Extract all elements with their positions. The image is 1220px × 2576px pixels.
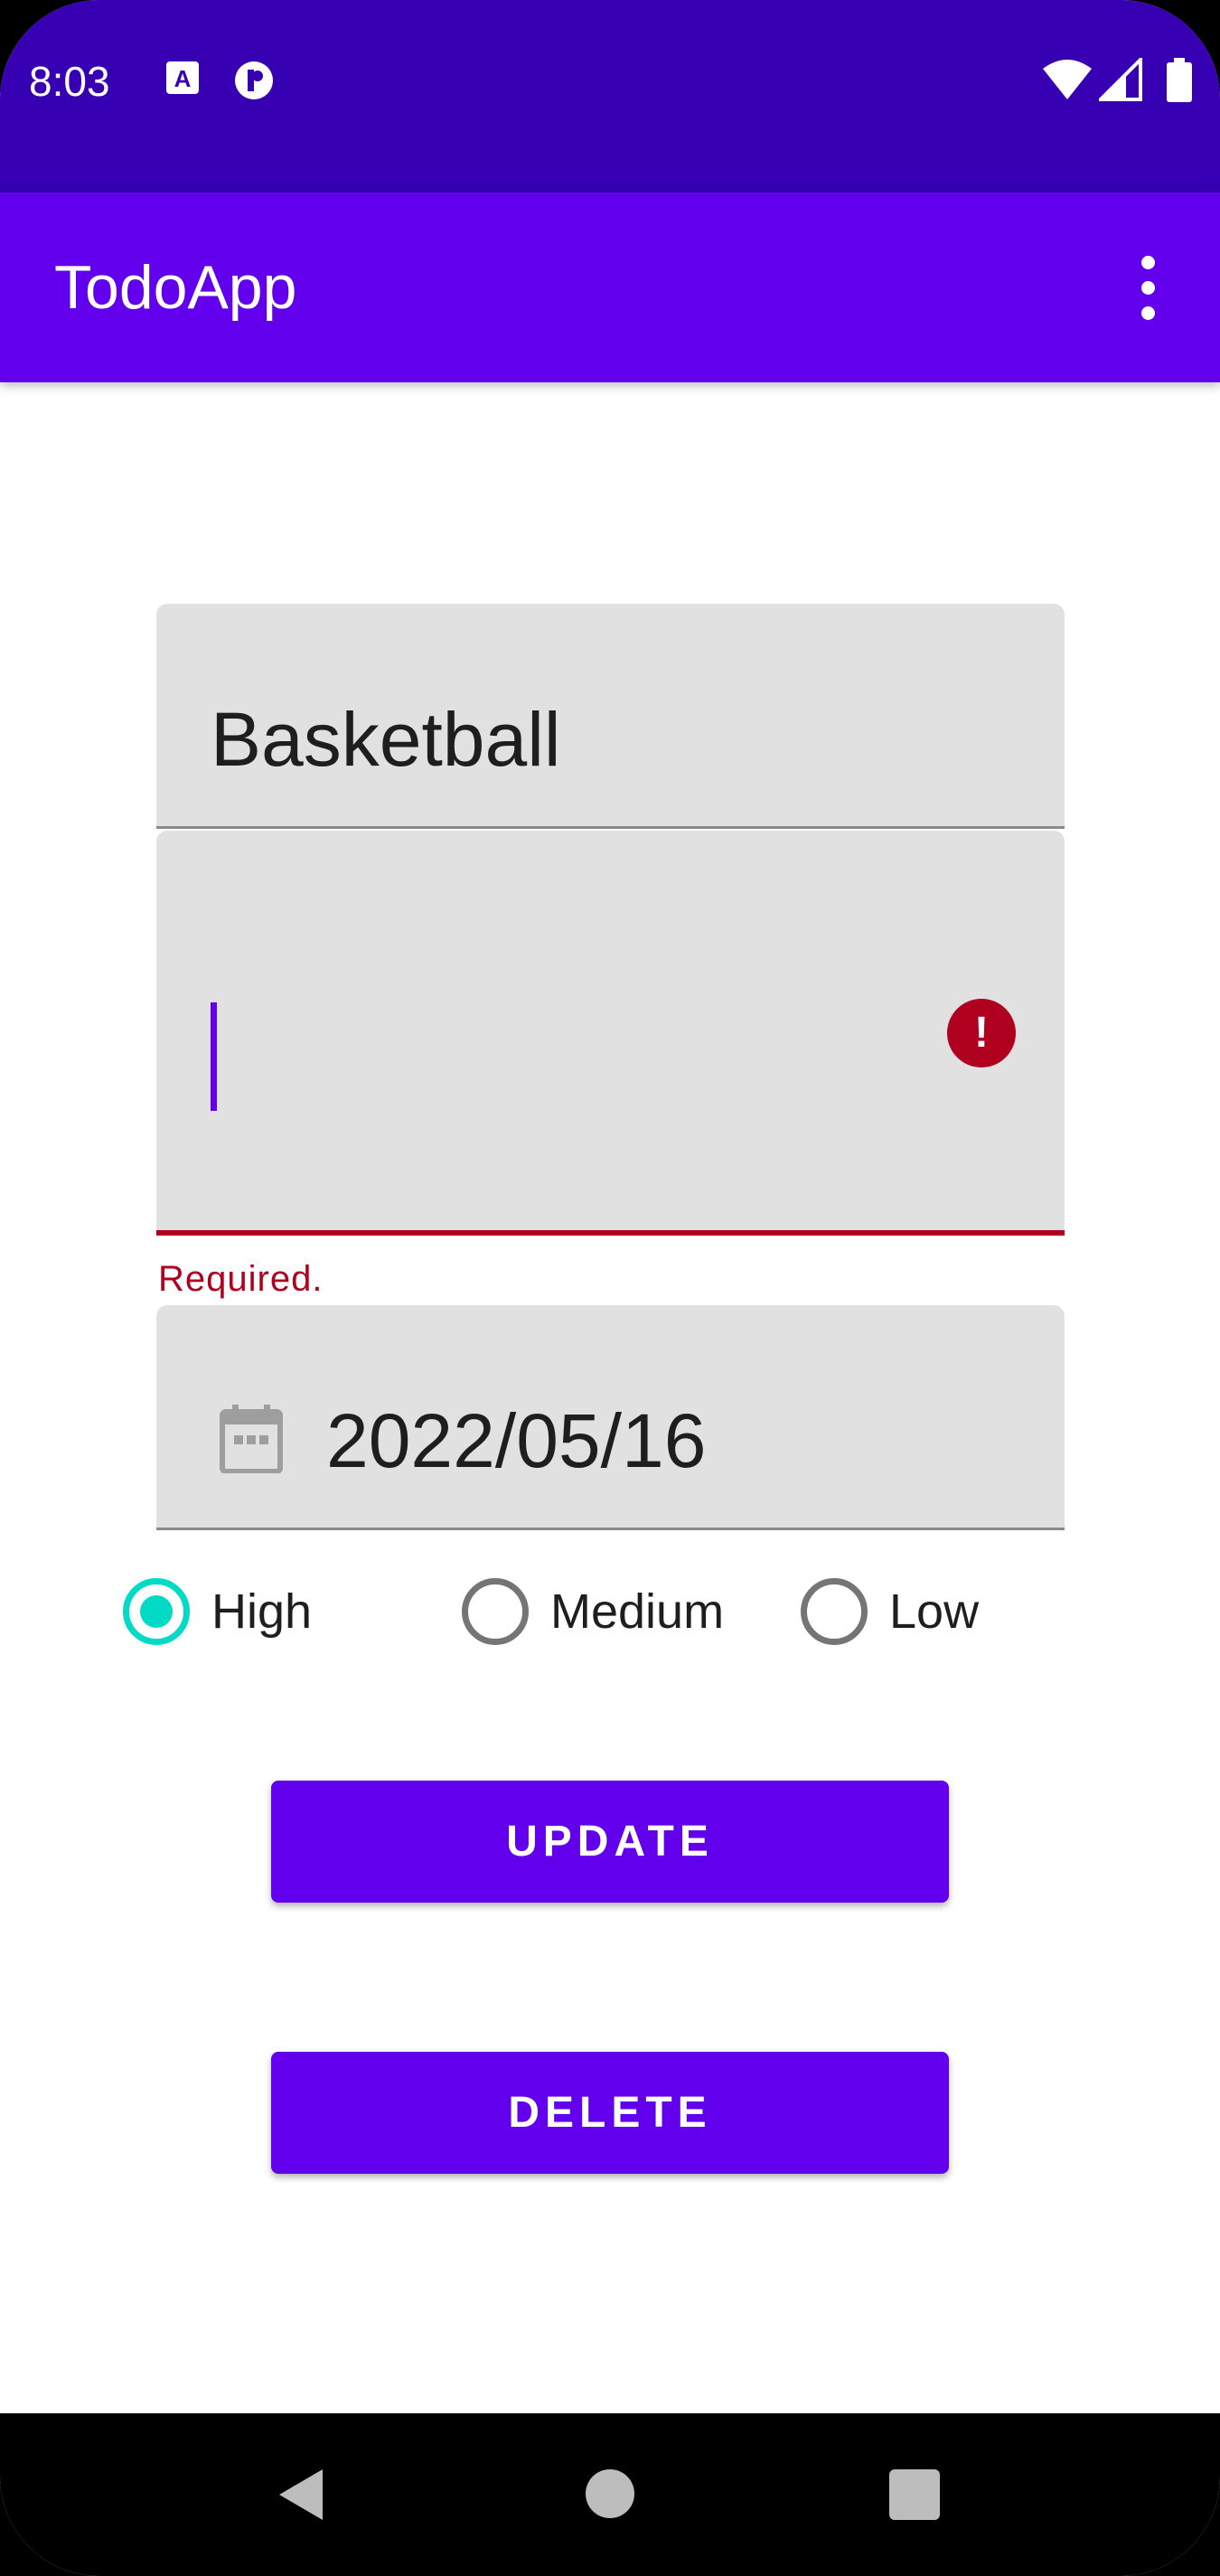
status-bar: 8:03 A xyxy=(0,0,1220,193)
radio-button-unchecked[interactable] xyxy=(801,1578,868,1645)
radio-label-high: High xyxy=(211,1584,313,1639)
app-bar: TodoApp xyxy=(0,193,1220,382)
update-button[interactable]: UPDATE xyxy=(271,1781,949,1903)
radio-label-low: Low xyxy=(889,1584,980,1639)
radio-priority-high[interactable]: High xyxy=(123,1575,312,1648)
recents-icon[interactable] xyxy=(889,2469,940,2520)
wifi-icon xyxy=(1041,58,1093,105)
radio-priority-low[interactable]: Low xyxy=(801,1575,979,1648)
radio-button-unchecked[interactable] xyxy=(462,1578,529,1645)
date-field-value: 2022/05/16 xyxy=(326,1398,707,1483)
home-icon[interactable] xyxy=(586,2469,634,2518)
description-field[interactable]: ! xyxy=(156,831,1065,1236)
app-title: TodoApp xyxy=(54,253,297,322)
description-error-text: Required. xyxy=(158,1259,324,1299)
error-icon: ! xyxy=(947,999,1016,1067)
back-icon[interactable] xyxy=(276,2468,326,2525)
navigation-bar xyxy=(0,2413,1220,2576)
more-vert-icon[interactable] xyxy=(1121,247,1175,328)
status-time: 8:03 xyxy=(29,58,110,105)
text-a-icon: A xyxy=(164,60,201,99)
device-screen: 8:03 A TodoApp Basketball ! Required. 20… xyxy=(0,0,1220,2576)
signal-icon xyxy=(1096,55,1144,105)
circle-p-icon xyxy=(230,60,277,105)
radio-button-checked[interactable] xyxy=(123,1578,190,1645)
battery-icon xyxy=(1166,58,1193,107)
title-field[interactable]: Basketball xyxy=(156,604,1065,829)
svg-text:A: A xyxy=(174,65,192,92)
title-field-value: Basketball xyxy=(211,697,561,782)
calendar-icon[interactable] xyxy=(220,1405,283,1477)
radio-priority-medium[interactable]: Medium xyxy=(462,1575,724,1648)
date-field[interactable]: 2022/05/16 xyxy=(156,1305,1065,1530)
text-caret xyxy=(211,1002,217,1111)
radio-label-medium: Medium xyxy=(550,1584,725,1639)
delete-button[interactable]: DELETE xyxy=(271,2052,949,2174)
